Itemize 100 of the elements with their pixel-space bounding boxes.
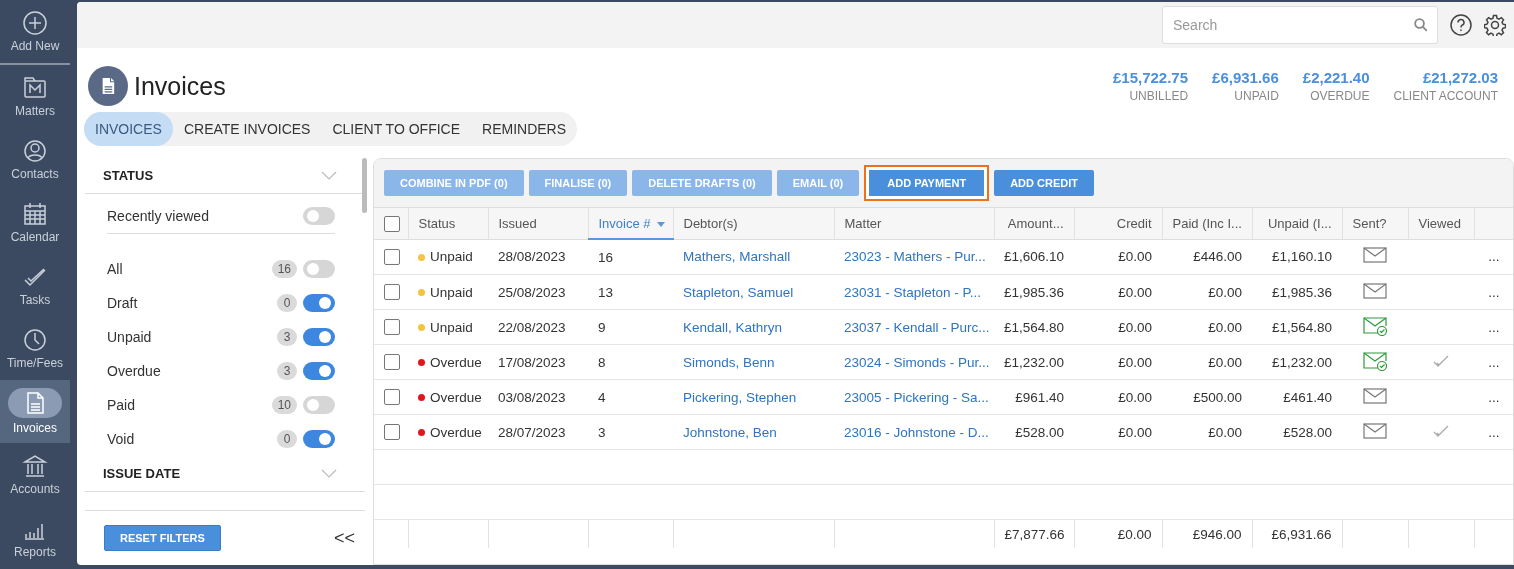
nav-item[interactable]: Time/Fees: [0, 317, 70, 380]
tab[interactable]: CLIENT TO OFFICE: [321, 112, 472, 146]
summary-amount: £21,272.03: [1421, 69, 1498, 86]
add-new-button[interactable]: Add New: [0, 0, 70, 65]
table-cell: 17/08/2023: [488, 344, 588, 380]
nav-item[interactable]: Accounts: [0, 443, 70, 506]
table-cell: £1,985.36: [1252, 274, 1342, 310]
summary-amount: £2,221.40: [1302, 69, 1370, 86]
table-cell: £1,232.00: [994, 344, 1074, 380]
table-cell: £0.00: [1074, 274, 1162, 310]
section-heading: ISSUE DATE: [103, 466, 181, 481]
column-header[interactable]: Debtor(s): [673, 208, 834, 239]
filter-label: Void: [107, 431, 136, 447]
status-cell: Overdue: [408, 344, 488, 380]
column-header[interactable]: Viewed: [1408, 208, 1474, 239]
table-cell: 22/08/2023: [488, 309, 588, 345]
table-cell: £0.00: [1074, 379, 1162, 415]
nav-item[interactable]: Reports: [0, 506, 70, 569]
debtor-link[interactable]: Kendall, Kathryn: [683, 319, 783, 335]
table-cell: £0.00: [1074, 309, 1162, 345]
table-cell: £1,985.36: [994, 274, 1074, 310]
column-header[interactable]: Status: [408, 208, 488, 239]
toolbar-button[interactable]: ADD CREDIT: [994, 170, 1094, 196]
matter-link[interactable]: 23016 - Johnstone - D...: [844, 424, 989, 440]
count-badge: 3: [277, 328, 297, 346]
total-cell: £0.00: [1074, 519, 1162, 548]
table-cell: £1,564.80: [1252, 309, 1342, 345]
table-cell: £1,606.10: [994, 239, 1074, 275]
debtor-link[interactable]: Simonds, Benn: [683, 354, 775, 370]
more-button[interactable]: ...: [1488, 319, 1500, 335]
summary-label: CLIENT ACCOUNT: [1393, 89, 1498, 103]
table-cell: 4: [588, 379, 673, 415]
matter-link[interactable]: 23024 - Simonds - Pur...: [844, 354, 990, 370]
column-header[interactable]: Issued: [488, 208, 588, 239]
column-header[interactable]: Unpaid (I...: [1252, 208, 1342, 239]
column-header[interactable]: Matter: [834, 208, 994, 239]
debtor-link[interactable]: Stapleton, Samuel: [683, 284, 794, 300]
status-cell: Overdue: [408, 414, 488, 450]
nav-item[interactable]: Calendar: [0, 191, 70, 254]
nav-item[interactable]: Contacts: [0, 128, 70, 191]
total-cell: £946.00: [1162, 519, 1252, 548]
column-header[interactable]: Sent?: [1342, 208, 1408, 239]
tab[interactable]: INVOICES: [84, 112, 173, 146]
table-cell: £0.00: [1074, 344, 1162, 380]
search-field[interactable]: Search: [1162, 6, 1438, 44]
summary-amount: £15,722.75: [1113, 69, 1189, 86]
status-cell: Unpaid: [408, 309, 488, 345]
more-button[interactable]: ...: [1488, 354, 1500, 370]
tab[interactable]: REMINDERS: [471, 112, 578, 146]
filter-label: Overdue: [107, 363, 162, 379]
table-cell: 8: [588, 344, 673, 380]
summary-label: UNPAID: [1233, 89, 1279, 103]
debtor-link[interactable]: Mathers, Marshall: [683, 249, 791, 265]
table-cell: £0.00: [1074, 414, 1162, 450]
table-cell: 25/08/2023: [488, 274, 588, 310]
total-cell: £6,931.66: [1252, 519, 1342, 548]
collapse-button[interactable]: <<: [333, 527, 355, 549]
column-header[interactable]: Paid (Inc I...: [1162, 208, 1252, 239]
nav-item[interactable]: Invoices: [0, 380, 70, 443]
debtor-link[interactable]: Pickering, Stephen: [683, 389, 797, 405]
status-cell: Unpaid: [408, 274, 488, 310]
toolbar-button[interactable]: ADD PAYMENT: [864, 165, 990, 201]
tab[interactable]: CREATE INVOICES: [172, 112, 322, 146]
filter-label: All: [107, 261, 124, 277]
count-badge: 0: [277, 294, 297, 312]
column-header[interactable]: Amount...: [994, 208, 1074, 239]
more-button[interactable]: ...: [1488, 424, 1500, 440]
table-cell: £528.00: [1252, 414, 1342, 450]
summary-label: UNBILLED: [1128, 89, 1189, 103]
table-cell: £0.00: [1074, 239, 1162, 275]
table-cell: £461.40: [1252, 379, 1342, 415]
section-heading: STATUS: [103, 168, 154, 183]
table-cell: £0.00: [1162, 309, 1252, 345]
column-header[interactable]: Credit: [1074, 208, 1162, 239]
column-header[interactable]: Invoice #: [588, 208, 673, 239]
count-badge: 10: [271, 396, 297, 414]
more-button[interactable]: ...: [1488, 249, 1500, 265]
matter-link[interactable]: 23005 - Pickering - Sa...: [844, 389, 989, 405]
debtor-link[interactable]: Johnstone, Ben: [683, 424, 777, 440]
table-cell: £0.00: [1162, 414, 1252, 450]
table-cell: 3: [588, 414, 673, 450]
table-cell: £1,160.10: [1252, 239, 1342, 275]
matter-link[interactable]: 23031 - Stapleton - P...: [844, 284, 982, 300]
nav-item[interactable]: Tasks: [0, 254, 70, 317]
table-cell: 03/08/2023: [488, 379, 588, 415]
more-button[interactable]: ...: [1488, 284, 1500, 300]
count-badge: 0: [277, 430, 297, 448]
matter-link[interactable]: 23023 - Mathers - Pur...: [844, 249, 986, 265]
more-button[interactable]: ...: [1488, 389, 1500, 405]
count-badge: 16: [271, 260, 297, 278]
nav-item[interactable]: Matters: [0, 65, 70, 128]
table-cell: £500.00: [1162, 379, 1252, 415]
reset-filters-button[interactable]: RESET FILTERS: [104, 525, 221, 551]
table-cell: £528.00: [994, 414, 1074, 450]
table-cell: £1,564.80: [994, 309, 1074, 345]
page-title: Invoices: [134, 71, 227, 101]
total-cell: £7,877.66: [994, 519, 1074, 548]
status-cell: Overdue: [408, 379, 488, 415]
matter-link[interactable]: 23037 - Kendall - Purc...: [844, 319, 990, 335]
table-cell: 16: [588, 239, 673, 275]
